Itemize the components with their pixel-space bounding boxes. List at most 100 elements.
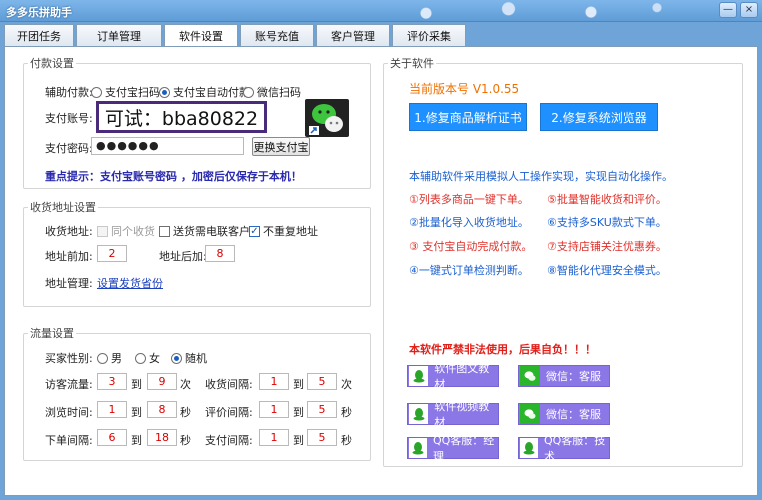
feature-3: ③ 支付宝自动完成付款。	[409, 240, 533, 253]
feature-6: ⑥支持多SKU款式下单。	[547, 216, 667, 229]
payment-tip: 重点提示：支付宝账号密码 ，加密后仅保存于本机！	[45, 170, 302, 183]
wechat-icon	[520, 404, 540, 424]
password-label: 支付密码:	[45, 142, 93, 155]
account-value: 可试：bba80822	[104, 107, 259, 130]
option-no-repeat-address[interactable]: 不重复地址	[249, 223, 318, 239]
review-interval-label: 评价间隔:	[205, 406, 253, 419]
option-alipay-scan[interactable]: 支付宝扫码	[91, 84, 160, 100]
pay-interval-min-input[interactable]: 1	[259, 429, 289, 446]
visitor-traffic-max-input[interactable]: 9	[147, 373, 177, 390]
tab-recharge[interactable]: 账号充值	[240, 24, 314, 46]
aux-pay-label: 辅助付款:	[45, 86, 93, 99]
payment-legend: 付款设置	[30, 57, 74, 70]
order-interval-max-input[interactable]: 18	[147, 429, 177, 446]
qq-icon	[409, 438, 427, 458]
video-tutorial-button[interactable]: 软件视频教材	[407, 400, 499, 429]
feature-1: ①列表多商品一键下单。	[409, 193, 529, 206]
image-tutorial-button[interactable]: 软件图文教材	[407, 362, 499, 391]
wechat-service-button-2[interactable]: 微信：客服	[518, 403, 610, 425]
tab-order-manage[interactable]: 订单管理	[76, 24, 162, 46]
address-label: 收货地址:	[45, 225, 93, 238]
radio-checked-icon	[159, 86, 170, 98]
gender-female-option[interactable]: 女	[135, 350, 160, 366]
receive-interval-max-input[interactable]: 5	[307, 373, 337, 390]
to-label: 到	[131, 434, 142, 447]
address-manage-label: 地址管理:	[45, 277, 93, 290]
password-input[interactable]: ●●●●●●	[91, 137, 244, 155]
wechat-icon	[520, 366, 540, 386]
checkbox-icon	[97, 225, 108, 237]
set-shipping-province-link[interactable]: 设置发货省份	[97, 275, 163, 291]
qq-icon	[409, 404, 429, 424]
gender-male-option[interactable]: 男	[97, 350, 122, 366]
close-button[interactable]: ×	[740, 2, 758, 18]
tab-reviews[interactable]: 评价采集	[392, 24, 466, 46]
minimize-button[interactable]: —	[719, 2, 737, 18]
unit-label: 秒	[341, 434, 352, 447]
checkbox-icon	[159, 225, 170, 237]
prefix-label: 地址前加:	[45, 250, 93, 263]
to-label: 到	[293, 378, 304, 391]
review-interval-min-input[interactable]: 1	[259, 401, 289, 418]
gender-label: 买家性别:	[45, 352, 93, 365]
feature-4: ④一键式订单检测判断。	[409, 264, 529, 277]
address-legend: 收货地址设置	[30, 201, 96, 214]
tab-settings[interactable]: 软件设置	[164, 24, 238, 47]
browse-time-max-input[interactable]: 8	[147, 401, 177, 418]
radio-icon	[91, 86, 102, 98]
title-bar: 多多乐拼助手 — ×	[0, 0, 762, 22]
unit-label: 秒	[180, 434, 191, 447]
fix-cert-button[interactable]: 1.修复商品解析证书	[409, 103, 527, 131]
account-input[interactable]: 可试：bba80822	[96, 101, 267, 133]
receive-interval-label: 收货间隔:	[205, 378, 253, 391]
visitor-traffic-min-input[interactable]: 3	[97, 373, 127, 390]
order-interval-label: 下单间隔:	[45, 434, 93, 447]
change-alipay-button[interactable]: 更换支付宝	[252, 137, 310, 156]
receive-interval-min-input[interactable]: 1	[259, 373, 289, 390]
qq-icon	[520, 438, 538, 458]
wechat-logo-icon	[305, 99, 349, 137]
qq-tech-button[interactable]: QQ客服：技术	[518, 434, 610, 463]
feature-7: ⑦支持店铺关注优惠券。	[547, 240, 667, 253]
radio-checked-icon	[171, 352, 182, 364]
address-prefix-input[interactable]: 2	[97, 245, 127, 262]
wechat-service-button[interactable]: 微信：客服	[518, 365, 610, 387]
settings-panel: 付款设置 辅助付款: 支付宝扫码 支付宝自动付款 微信扫码 支付账号: 可试：b…	[4, 46, 758, 496]
about-legend: 关于软件	[390, 57, 434, 70]
option-alipay-auto[interactable]: 支付宝自动付款	[159, 84, 250, 100]
to-label: 到	[293, 406, 304, 419]
title-decoration	[360, 0, 690, 22]
browse-time-label: 浏览时间:	[45, 406, 93, 419]
option-call-customer[interactable]: 送货需电联客户	[159, 223, 250, 239]
account-label: 支付账号:	[45, 112, 93, 125]
feature-8: ⑧智能化代理安全模式。	[547, 264, 667, 277]
order-interval-min-input[interactable]: 6	[97, 429, 127, 446]
unit-label: 次	[341, 378, 352, 391]
fix-browser-button[interactable]: 2.修复系统浏览器	[540, 103, 658, 131]
tab-group-task[interactable]: 开团任务	[4, 24, 74, 46]
warning-text: 本软件严禁非法使用，后果自负！！！	[409, 343, 596, 356]
window-title: 多多乐拼助手	[6, 6, 72, 19]
radio-icon	[97, 352, 108, 364]
review-interval-max-input[interactable]: 5	[307, 401, 337, 418]
checkbox-checked-icon	[249, 225, 260, 237]
radio-icon	[243, 86, 254, 98]
feature-2: ②批量化导入收货地址。	[409, 216, 529, 229]
option-same-address[interactable]: 同个收货	[97, 223, 155, 239]
qq-manager-button[interactable]: QQ客服：经理	[407, 434, 499, 463]
qq-icon	[409, 366, 429, 386]
to-label: 到	[131, 378, 142, 391]
suffix-label: 地址后加:	[159, 250, 207, 263]
option-wechat-scan[interactable]: 微信扫码	[243, 84, 301, 100]
unit-label: 秒	[180, 406, 191, 419]
unit-label: 秒	[341, 406, 352, 419]
tab-customers[interactable]: 客户管理	[316, 24, 390, 46]
pay-interval-max-input[interactable]: 5	[307, 429, 337, 446]
to-label: 到	[293, 434, 304, 447]
feature-5: ⑤批量智能收货和评价。	[547, 193, 667, 206]
gender-random-option[interactable]: 随机	[171, 350, 207, 366]
traffic-legend: 流量设置	[30, 327, 74, 340]
browse-time-min-input[interactable]: 1	[97, 401, 127, 418]
address-suffix-input[interactable]: 8	[205, 245, 235, 262]
unit-label: 次	[180, 378, 191, 391]
